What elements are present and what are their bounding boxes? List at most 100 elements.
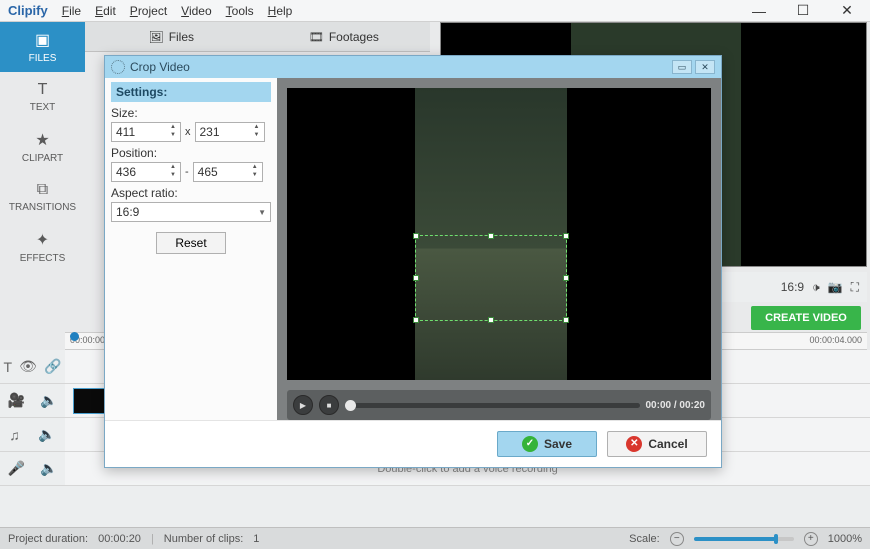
sidebar-item-label: EFFECTS <box>20 253 66 264</box>
spin-down-icon[interactable]: ▼ <box>167 132 179 140</box>
play-button[interactable]: ▶ <box>293 395 313 415</box>
save-button[interactable]: ✓ Save <box>497 431 597 457</box>
menu-tools[interactable]: Tools <box>226 4 254 18</box>
reset-button[interactable]: Reset <box>156 232 226 254</box>
star-icon: ★ <box>35 130 49 150</box>
zoom-in-button[interactable]: + <box>804 532 818 546</box>
clips-label: Number of clips: <box>164 533 243 545</box>
fullscreen-icon[interactable]: ⛶ <box>851 280 859 295</box>
tab-footages[interactable]: 🎞 Footages <box>258 22 431 51</box>
settings-header: Settings: <box>111 82 271 102</box>
size-height-input[interactable]: 231 ▲▼ <box>195 122 265 142</box>
playback-time: 00:00 / 00:20 <box>646 400 706 411</box>
volume-icon[interactable]: 🕩 <box>812 280 820 295</box>
aspect-ratio-label: Aspect ratio: <box>111 186 271 200</box>
sidebar-item-files[interactable]: ▣ FILES <box>0 22 85 72</box>
spin-up-icon[interactable]: ▲ <box>167 124 179 132</box>
image-icon: ▣ <box>35 30 50 50</box>
tab-label: Files <box>169 30 194 44</box>
status-bar: Project duration: 00:00:20 | Number of c… <box>0 527 870 549</box>
mute-icon[interactable]: 🔈 <box>40 460 57 477</box>
aspect-ratio-select[interactable]: 16:9 <box>111 202 271 222</box>
position-separator: - <box>185 166 189 178</box>
menu-file[interactable]: File <box>62 4 81 18</box>
cancel-button[interactable]: ✕ Cancel <box>607 431 707 457</box>
crop-handle[interactable] <box>413 275 419 281</box>
link-icon[interactable]: 🔗 <box>44 358 61 375</box>
menu-edit[interactable]: Edit <box>95 4 116 18</box>
sidebar-item-clipart[interactable]: ★ CLIPART <box>0 122 85 172</box>
window-minimize-icon[interactable]: — <box>744 3 774 19</box>
window-maximize-icon[interactable]: ☐ <box>788 2 818 19</box>
dialog-maximize-icon[interactable]: ▭ <box>672 60 692 74</box>
crop-handle[interactable] <box>563 317 569 323</box>
menu-project[interactable]: Project <box>130 4 167 18</box>
file-tabs: 🖼 Files 🎞 Footages <box>85 22 430 52</box>
crop-handle[interactable] <box>563 233 569 239</box>
spin-down-icon[interactable]: ▼ <box>249 172 261 180</box>
crop-player-bar: ▶ ■ 00:00 / 00:20 <box>287 390 711 420</box>
sidebar-item-text[interactable]: T TEXT <box>0 72 85 122</box>
spin-up-icon[interactable]: ▲ <box>249 164 261 172</box>
sidebar-item-label: TEXT <box>30 102 56 113</box>
menu-video[interactable]: Video <box>181 4 211 18</box>
duration-label: Project duration: <box>8 533 88 545</box>
sidebar: ▣ FILES T TEXT ★ CLIPART ⧉ TRANSITIONS ✦… <box>0 22 85 272</box>
dialog-footer: ✓ Save ✕ Cancel <box>105 420 721 466</box>
crop-handle[interactable] <box>413 233 419 239</box>
seek-slider[interactable] <box>345 403 640 408</box>
dialog-title: Crop Video <box>130 60 190 74</box>
input-value: 436 <box>116 165 136 179</box>
menu-help[interactable]: Help <box>268 4 293 18</box>
text-track-icon: T <box>4 359 13 375</box>
position-label: Position: <box>111 146 271 160</box>
eye-icon[interactable]: 👁 <box>19 358 37 375</box>
crop-icon <box>111 60 125 74</box>
crop-preview-panel: ▶ ■ 00:00 / 00:20 <box>277 78 721 420</box>
sidebar-item-transitions[interactable]: ⧉ TRANSITIONS <box>0 172 85 222</box>
spin-up-icon[interactable]: ▲ <box>167 164 179 172</box>
select-value: 16:9 <box>116 205 139 219</box>
size-width-input[interactable]: 411 ▲▼ <box>111 122 181 142</box>
dialog-close-icon[interactable]: ✕ <box>695 60 715 74</box>
image-icon: 🖼 <box>148 30 163 44</box>
scale-label: Scale: <box>629 533 660 545</box>
mute-icon[interactable]: 🔈 <box>40 392 57 409</box>
snapshot-icon[interactable]: 📷 <box>828 280 843 294</box>
crop-handle[interactable] <box>563 275 569 281</box>
duration-value: 00:00:20 <box>98 533 141 545</box>
clips-value: 1 <box>253 533 259 545</box>
aspect-ratio-label[interactable]: 16:9 <box>781 280 804 294</box>
crop-video-dialog: Crop Video ▭ ✕ Settings: Size: 411 ▲▼ x … <box>104 55 722 468</box>
position-x-input[interactable]: 436 ▲▼ <box>111 162 181 182</box>
spin-up-icon[interactable]: ▲ <box>251 124 263 132</box>
film-icon: 🎞 <box>309 30 324 44</box>
check-icon: ✓ <box>522 436 538 452</box>
mute-icon[interactable]: 🔈 <box>38 426 55 443</box>
spin-down-icon[interactable]: ▼ <box>167 172 179 180</box>
text-icon: T <box>38 81 48 99</box>
crop-handle[interactable] <box>488 233 494 239</box>
crop-video-view[interactable] <box>287 88 711 380</box>
crop-frame[interactable] <box>415 235 567 321</box>
crop-handle[interactable] <box>413 317 419 323</box>
sidebar-item-effects[interactable]: ✦ EFFECTS <box>0 222 85 272</box>
zoom-out-button[interactable]: − <box>670 532 684 546</box>
dialog-titlebar[interactable]: Crop Video ▭ ✕ <box>105 56 721 78</box>
input-value: 411 <box>116 125 135 139</box>
create-video-button[interactable]: CREATE VIDEO <box>751 306 861 330</box>
input-value: 465 <box>198 165 218 179</box>
tab-files[interactable]: 🖼 Files <box>85 22 258 51</box>
playhead-icon[interactable] <box>70 332 79 341</box>
window-close-icon[interactable]: ✕ <box>832 2 862 19</box>
zoom-slider[interactable] <box>694 537 794 541</box>
spin-down-icon[interactable]: ▼ <box>251 132 263 140</box>
app-logo: Clipify <box>8 3 48 18</box>
sidebar-item-label: CLIPART <box>22 153 63 164</box>
sidebar-item-label: TRANSITIONS <box>9 202 76 213</box>
button-label: Cancel <box>648 437 687 451</box>
position-y-input[interactable]: 465 ▲▼ <box>193 162 263 182</box>
stop-button[interactable]: ■ <box>319 395 339 415</box>
crop-handle[interactable] <box>488 317 494 323</box>
size-separator: x <box>185 126 191 138</box>
